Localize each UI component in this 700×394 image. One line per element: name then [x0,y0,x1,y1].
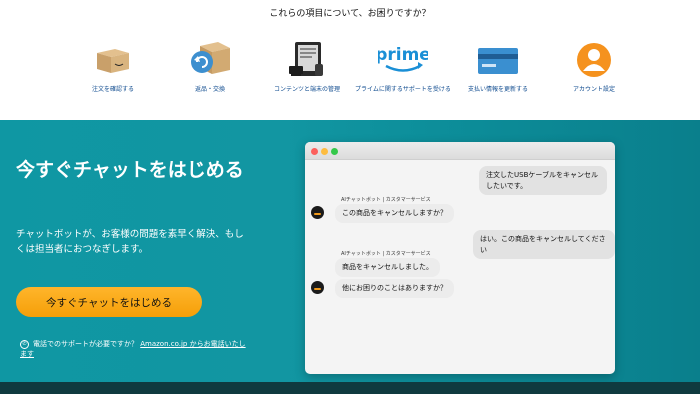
minimize-window-icon [321,148,328,155]
phone-icon: ✆ [20,339,29,349]
phone-support-note: ✆ 電話でのサポートが必要ですか？ Amazon.co.jp からお電話いたします [20,339,250,359]
bot-avatar [311,281,324,294]
close-window-icon [311,148,318,155]
credit-card-icon [448,40,548,80]
bot-avatar [311,206,324,219]
bot-message: この商品をキャンセルしますか？ [335,204,454,223]
topic-label: 返品・交換 [194,86,225,93]
help-question-heading: これらの項目について、お困りですか？ [269,9,431,19]
topic-account-settings[interactable]: アカウント設定 [544,40,644,94]
topic-update-payment[interactable]: 支払い情報を更新する [448,40,548,94]
bot-sender-label: AIチャットボット | カスタマーサービス [341,197,431,203]
prime-wordmark: prime [378,45,428,65]
window-titlebar [305,142,615,160]
topic-label: アカウント設定 [572,86,615,93]
box-icon [63,40,163,80]
topic-content-devices[interactable]: コンテンツと端末の管理 [257,40,357,94]
topic-check-order[interactable]: 注文を確認する [63,40,163,94]
user-message: 注文したUSBケーブルをキャンセルしたいです。 [479,166,607,195]
devices-icon [257,40,357,80]
topic-prime-support[interactable]: prime プライムに関するサポートを受ける [353,40,453,94]
bot-message: 他にお困りのことはありますか？ [335,279,454,298]
phone-support-text: 電話でのサポートが必要ですか？ [33,340,138,348]
account-icon [544,40,644,80]
bot-sender-label: AIチャットボット | カスタマーサービス [341,251,431,257]
hero-title: 今すぐチャットをはじめる [16,159,244,181]
bot-message: 商品をキャンセルしました。 [335,258,440,277]
chat-preview-window: 注文したUSBケーブルをキャンセルしたいです。 AIチャットボット | カスタマ… [305,142,615,374]
user-message: はい。この商品をキャンセルしてください [473,230,615,259]
hero-description: チャットボットが、お客様の問題を素早く解決、もしくは担当者におつなぎします。 [16,229,244,256]
topic-label: コンテンツと端末の管理 [273,86,340,93]
topic-label: プライムに関するサポートを受ける [355,86,451,93]
prime-logo-icon: prime [353,40,453,80]
topic-label: 支払い情報を更新する [467,86,528,93]
maximize-window-icon [331,148,338,155]
return-box-icon [160,40,260,80]
bottom-bar [0,382,700,394]
topic-returns[interactable]: 返品・交換 [160,40,260,94]
topic-label: 注文を確認する [91,86,134,93]
help-topics-section: これらの項目について、お困りですか？ 注文を確認する 返品・交換 コンテンツと端… [0,0,700,120]
start-chat-button[interactable]: 今すぐチャットをはじめる [16,287,202,317]
